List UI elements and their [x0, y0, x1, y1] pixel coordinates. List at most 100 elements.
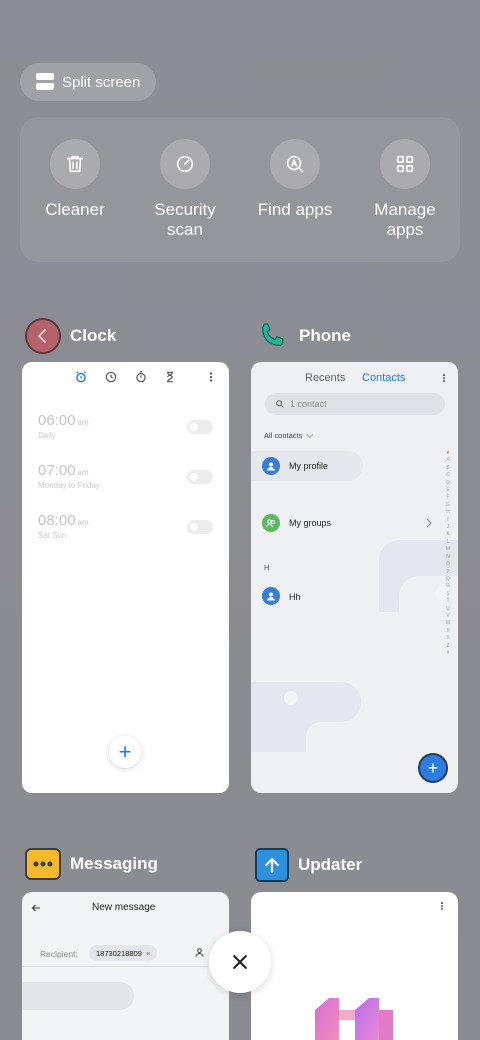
- alphabet-index-letter[interactable]: S: [444, 591, 452, 598]
- decorative-shape: [251, 682, 361, 752]
- my-profile-row[interactable]: My profile: [251, 451, 363, 481]
- alphabet-index-letter[interactable]: B: [444, 465, 452, 472]
- alphabet-index-letter[interactable]: I: [444, 517, 452, 524]
- my-groups-label: My groups: [289, 518, 332, 528]
- alphabet-index-letter[interactable]: K: [444, 531, 452, 538]
- split-screen-label: Split screen: [62, 73, 141, 91]
- stopwatch-icon[interactable]: [134, 370, 148, 384]
- divider: [22, 966, 229, 967]
- alphabet-index-letter[interactable]: L: [444, 539, 452, 546]
- updater-icon: [255, 848, 289, 882]
- alarm-time: 08:00: [38, 512, 76, 529]
- messaging-app-header[interactable]: Messaging: [25, 848, 158, 880]
- decorative-shape: [22, 982, 134, 1010]
- alphabet-index-letter[interactable]: F: [444, 494, 452, 501]
- alphabet-index-letter[interactable]: E: [444, 487, 452, 494]
- alarm-ampm: am: [77, 518, 89, 527]
- trash-icon: [50, 139, 100, 189]
- alphabet-index[interactable]: ♥ A B C D E F G H I J K L M N O P Q R S T U V W X Y Z #: [444, 450, 452, 657]
- alarm-time: 07:00: [38, 462, 76, 479]
- more-options-icon[interactable]: [437, 900, 447, 912]
- security-scan-label: Security scan: [154, 200, 216, 239]
- add-contact-button[interactable]: +: [420, 755, 446, 781]
- updater-app-name: Updater: [298, 855, 363, 874]
- security-scan-button[interactable]: Security scan: [130, 139, 240, 240]
- add-alarm-button[interactable]: +: [109, 736, 141, 768]
- cleaner-button[interactable]: Cleaner: [20, 139, 130, 220]
- my-profile-label: My profile: [289, 461, 329, 471]
- alphabet-index-letter[interactable]: A: [444, 457, 452, 464]
- alphabet-index-letter[interactable]: ♥: [444, 450, 452, 457]
- clock-icon: [25, 318, 61, 354]
- alphabet-index-letter[interactable]: J: [444, 524, 452, 531]
- search-icon: [276, 400, 284, 408]
- tab-contacts[interactable]: Contacts: [362, 372, 405, 384]
- alphabet-index-letter[interactable]: W: [444, 620, 452, 627]
- phone-app-name: Phone: [299, 326, 351, 345]
- profile-avatar-icon: [262, 457, 280, 475]
- chevron-right-icon: [426, 518, 432, 528]
- search-placeholder: 1 contact: [290, 399, 327, 409]
- alphabet-index-letter[interactable]: N: [444, 554, 452, 561]
- section-header: H: [264, 563, 270, 572]
- alphabet-index-letter[interactable]: U: [444, 606, 452, 613]
- remove-recipient-icon[interactable]: ×: [146, 949, 150, 958]
- recipient-label: Recipient:: [40, 949, 78, 959]
- alphabet-index-letter[interactable]: Y: [444, 635, 452, 642]
- alphabet-index-letter[interactable]: G: [444, 502, 452, 509]
- alphabet-index-letter[interactable]: O: [444, 561, 452, 568]
- more-options-icon[interactable]: [204, 370, 218, 384]
- close-all-button[interactable]: [209, 931, 271, 993]
- manage-apps-button[interactable]: Manage apps: [350, 139, 460, 240]
- messaging-app-name: Messaging: [70, 854, 158, 873]
- contact-name: Hh: [289, 592, 301, 602]
- split-screen-button[interactable]: Split screen: [20, 63, 156, 101]
- alphabet-index-letter[interactable]: #: [444, 650, 452, 657]
- messaging-title: New message: [92, 902, 156, 913]
- recipient-chip[interactable]: 18730218809 ×: [89, 945, 158, 961]
- tab-recents[interactable]: Recents: [305, 372, 345, 384]
- cleaner-label: Cleaner: [45, 200, 105, 219]
- messaging-app-card[interactable]: New message Recipient: 18730218809 ×: [22, 892, 229, 1040]
- find-apps-button[interactable]: Find apps: [240, 139, 350, 220]
- alphabet-index-letter[interactable]: R: [444, 583, 452, 590]
- clock-app-name: Clock: [70, 326, 117, 345]
- alarm-toggle[interactable]: [187, 520, 213, 534]
- my-groups-row[interactable]: My groups: [251, 508, 441, 538]
- clock-app-header[interactable]: Clock: [25, 318, 116, 354]
- back-arrow-icon[interactable]: [30, 902, 42, 914]
- alphabet-index-letter[interactable]: T: [444, 598, 452, 605]
- contact-picker-icon[interactable]: [194, 947, 205, 958]
- contact-row[interactable]: Hh: [251, 582, 411, 612]
- clock-tabs: [22, 370, 229, 388]
- phone-app-card[interactable]: Recents Contacts 1 contact All contacts …: [251, 362, 458, 793]
- alphabet-index-letter[interactable]: V: [444, 613, 452, 620]
- phone-icon: [254, 318, 290, 354]
- updater-app-header[interactable]: Updater: [255, 848, 362, 882]
- contacts-filter[interactable]: All contacts: [264, 431, 314, 440]
- manage-apps-label: Manage apps: [374, 200, 436, 239]
- find-apps-label: Find apps: [257, 200, 333, 219]
- clock-app-card[interactable]: 06:00 am Daily 07:00 am Monday to Friday 0…: [22, 362, 229, 793]
- alphabet-index-letter[interactable]: Q: [444, 576, 452, 583]
- alphabet-index-letter[interactable]: D: [444, 480, 452, 487]
- alphabet-index-letter[interactable]: M: [444, 546, 452, 553]
- alarm-ampm: am: [77, 468, 89, 477]
- phone-app-header[interactable]: Phone: [254, 318, 351, 354]
- alphabet-index-letter[interactable]: H: [444, 509, 452, 516]
- alarm-icon[interactable]: [74, 370, 88, 384]
- miui-logo-icon: [315, 998, 393, 1040]
- contacts-filter-label: All contacts: [264, 431, 303, 440]
- alphabet-index-letter[interactable]: C: [444, 472, 452, 479]
- alarm-toggle[interactable]: [187, 420, 213, 434]
- updater-app-card[interactable]: [251, 892, 458, 1040]
- timer-icon[interactable]: [163, 370, 177, 384]
- more-options-icon[interactable]: [439, 372, 449, 384]
- alarm-toggle[interactable]: [187, 470, 213, 484]
- alphabet-index-letter[interactable]: X: [444, 628, 452, 635]
- alphabet-index-letter[interactable]: Z: [444, 643, 452, 650]
- recipient-number: 18730218809: [96, 948, 142, 958]
- alphabet-index-letter[interactable]: P: [444, 569, 452, 576]
- world-clock-icon[interactable]: [104, 370, 118, 384]
- contacts-search-input[interactable]: 1 contact: [265, 393, 445, 415]
